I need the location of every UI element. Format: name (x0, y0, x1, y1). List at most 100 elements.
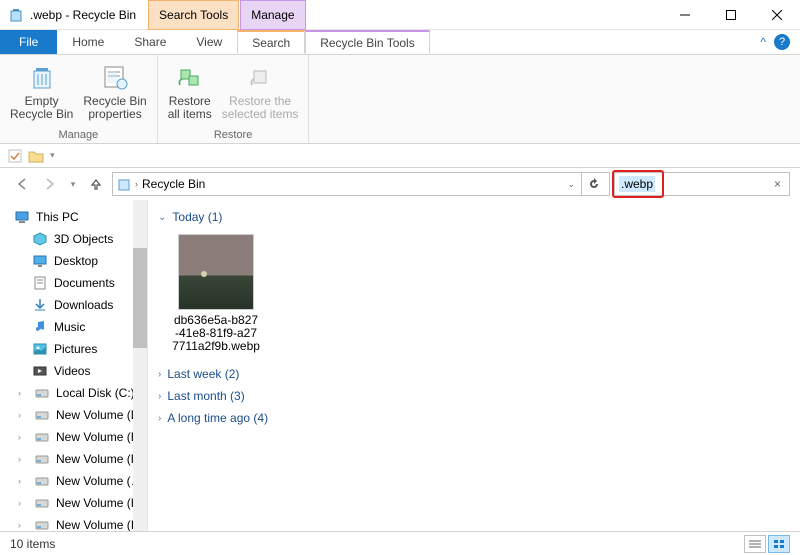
tab-label: Recycle Bin Tools (320, 36, 415, 50)
search-input[interactable]: .webp × (614, 172, 790, 196)
ribbon-btn-label: Empty Recycle Bin (10, 95, 73, 121)
sidebar-item-local-disk-c-[interactable]: › Local Disk (C:) (0, 382, 147, 404)
recycle-bin-icon (8, 7, 24, 23)
music-icon (32, 319, 48, 335)
properties-icon (99, 61, 131, 93)
folder-icon[interactable] (28, 149, 44, 163)
group-header[interactable]: ⌄Today (1) (158, 206, 790, 228)
context-tab-label: Manage (251, 8, 294, 22)
restore-all-icon (174, 61, 206, 93)
clear-search-button[interactable]: × (770, 177, 785, 191)
collapse-ribbon-icon[interactable]: ^ (760, 35, 766, 49)
ribbon-body: Empty Recycle Bin Recycle Bin properties… (0, 54, 800, 144)
home-tab[interactable]: Home (57, 30, 119, 54)
restore-selected-icon (244, 61, 276, 93)
breadcrumb-sep-icon: › (135, 179, 138, 189)
chevron-down-icon[interactable]: ⌄ (561, 179, 581, 190)
expand-icon[interactable]: › (18, 498, 28, 508)
pics-icon (32, 341, 48, 357)
close-button[interactable] (754, 0, 800, 30)
recycle-bin-tools-tab[interactable]: Recycle Bin Tools (305, 30, 430, 54)
thumbnail-row: db636e5a-b827-41e8-81f9-a277711a2f9b.web… (158, 228, 790, 363)
tree-label: Desktop (54, 254, 98, 268)
expand-icon[interactable]: › (18, 454, 28, 464)
sidebar-item-music[interactable]: Music (0, 316, 147, 338)
tree-label: 3D Objects (54, 232, 113, 246)
tree-label: This PC (36, 210, 79, 224)
navigation-row: ▾ › Recycle Bin ⌄ .webp × (0, 168, 800, 200)
chevron-right-icon: › (158, 369, 161, 380)
sidebar-item-videos[interactable]: Videos (0, 360, 147, 382)
help-icon[interactable]: ? (774, 34, 790, 50)
recycle-bin-properties-button[interactable]: Recycle Bin properties (79, 59, 150, 127)
expand-icon[interactable]: › (18, 520, 28, 530)
manage-context-tab[interactable]: Manage (240, 0, 305, 30)
expand-icon[interactable]: › (18, 476, 28, 486)
tab-label: Search (252, 36, 290, 50)
group-header[interactable]: ›Last week (2) (158, 363, 790, 385)
ribbon-btn-label: Restore all items (168, 95, 212, 121)
file-item[interactable]: db636e5a-b827-41e8-81f9-a277711a2f9b.web… (172, 234, 260, 353)
details-view-button[interactable] (744, 535, 766, 553)
chevron-right-icon: › (158, 391, 161, 402)
sidebar-item-new-volume-d-[interactable]: ›New Volume (D:) (0, 404, 147, 426)
sidebar-item-new-volume-e-[interactable]: ›New Volume (E:) (0, 426, 147, 448)
quick-access-toolbar: ▾ (0, 144, 800, 168)
tab-label: Share (134, 35, 166, 49)
titlebar: .webp - Recycle Bin Search Tools Manage (0, 0, 800, 30)
breadcrumb-location[interactable]: Recycle Bin (142, 177, 205, 191)
ribbon-group-manage: Empty Recycle Bin Recycle Bin properties… (0, 55, 158, 143)
dropdown-icon[interactable]: ▾ (50, 150, 55, 161)
tab-label: File (19, 35, 38, 49)
sidebar-item-downloads[interactable]: Downloads (0, 294, 147, 316)
group-header[interactable]: › Last month (3) (158, 385, 790, 407)
checkbox-icon[interactable] (8, 149, 22, 163)
recent-dropdown[interactable]: ▾ (66, 172, 80, 196)
forward-button[interactable] (38, 172, 62, 196)
vid-icon (32, 363, 48, 379)
file-name: db636e5a-b827-41e8-81f9-a277711a2f9b.web… (172, 314, 260, 353)
context-tab-label: Search Tools (159, 8, 228, 22)
sidebar-item-new-volume-f-[interactable]: ›New Volume (F:) (0, 448, 147, 470)
maximize-button[interactable] (708, 0, 754, 30)
expand-icon[interactable]: › (18, 388, 28, 398)
expand-icon[interactable]: › (18, 432, 28, 442)
tree-label: Videos (54, 364, 90, 378)
tree-label: Local Disk (C:) (56, 386, 135, 400)
sidebar-item-pictures[interactable]: Pictures (0, 338, 147, 360)
item-count: 10 items (10, 537, 55, 551)
tree-label: Downloads (54, 298, 113, 312)
tree-label: New Volume (I:) (56, 518, 141, 532)
window-title: .webp - Recycle Bin (30, 8, 148, 22)
view-tab[interactable]: View (181, 30, 237, 54)
breadcrumb[interactable]: › Recycle Bin ⌄ (112, 172, 610, 196)
minimize-button[interactable] (662, 0, 708, 30)
restore-all-button[interactable]: Restore all items (164, 59, 216, 127)
up-button[interactable] (84, 172, 108, 196)
refresh-button[interactable] (581, 172, 605, 196)
file-list: ⌄Today (1) db636e5a-b827-41e8-81f9-a27771… (148, 200, 800, 552)
sidebar-item-documents[interactable]: Documents (0, 272, 147, 294)
sidebar-item-3d-objects[interactable]: 3D Objects (0, 228, 147, 250)
disk-icon (34, 385, 50, 401)
back-button[interactable] (10, 172, 34, 196)
search-query: .webp (619, 176, 655, 192)
main-area: This PC 3D Objects Desktop Documents Downloa… (0, 200, 800, 552)
3d-icon (32, 231, 48, 247)
sidebar-scroll-thumb[interactable] (133, 248, 147, 348)
expand-icon[interactable]: › (18, 410, 28, 420)
sidebar-item-desktop[interactable]: Desktop (0, 250, 147, 272)
empty-bin-icon (26, 61, 58, 93)
thumbnails-view-button[interactable] (768, 535, 790, 553)
sidebar-item-new-volume-g-[interactable]: ›New Volume (G:) (0, 470, 147, 492)
empty-recycle-bin-button[interactable]: Empty Recycle Bin (6, 59, 77, 127)
search-tab[interactable]: Search (237, 30, 305, 54)
group-label: Last month (3) (167, 389, 244, 403)
sidebar-item-this-pc[interactable]: This PC (0, 206, 147, 228)
sidebar-item-new-volume-h-[interactable]: ›New Volume (H:) (0, 492, 147, 514)
file-tab[interactable]: File (0, 30, 57, 54)
chevron-right-icon: › (158, 413, 161, 424)
group-header[interactable]: ›A long time ago (4) (158, 407, 790, 429)
search-tools-context-tab[interactable]: Search Tools (148, 0, 239, 30)
share-tab[interactable]: Share (119, 30, 181, 54)
